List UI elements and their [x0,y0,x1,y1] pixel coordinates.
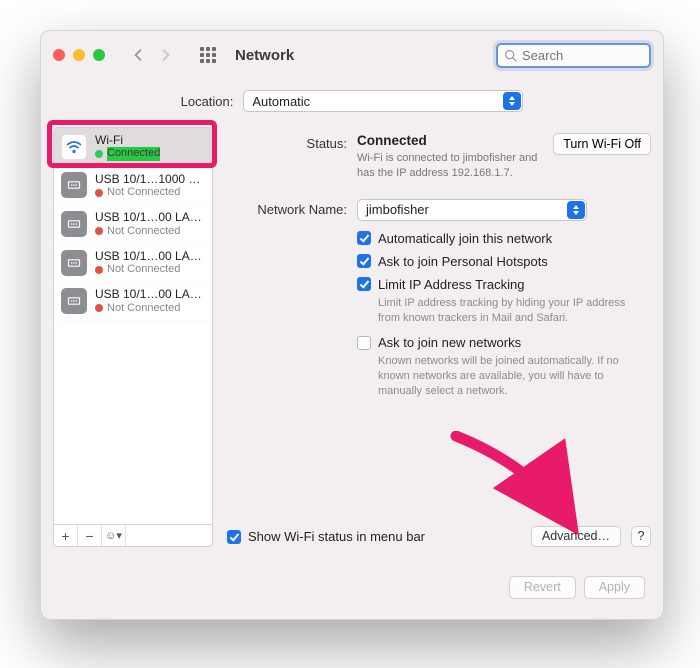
personal-hotspots-checkbox[interactable] [357,254,371,268]
sidebar-item-eth4[interactable]: USB 10/1…00 LAN 4 Not Connected [54,282,212,321]
sidebar-toolbar: + − ☺︎▾ [53,525,213,547]
ask-join-checkbox[interactable] [357,336,371,350]
window-controls [53,49,105,61]
location-select[interactable]: Automatic [243,90,523,112]
chevron-updown-icon [567,201,585,219]
content: Wi-Fi Connected USB 10/1…1000 LAN Not Co… [53,127,651,547]
titlebar: Network [41,31,663,79]
advanced-button[interactable]: Advanced… [531,526,621,547]
limit-tracking-label: Limit IP Address Tracking [378,277,524,292]
close-icon[interactable] [53,49,65,61]
detail-panel: Status: Turn Wi-Fi Off Connected Wi-Fi i… [227,127,651,547]
sidebar-item-label: USB 10/1…00 LAN 4 [95,287,205,301]
remove-interface-button[interactable]: − [78,525,102,546]
location-label: Location: [181,94,234,109]
back-button[interactable] [125,44,151,66]
sidebar-item-label: USB 10/1…00 LAN 2 [95,210,205,224]
search-icon [504,49,517,62]
ask-join-help: Known networks will be joined automatica… [378,354,628,399]
wifi-icon [61,134,87,160]
zoom-icon[interactable] [93,49,105,61]
apply-button[interactable]: Apply [584,576,645,599]
system-preferences-window: Network Location: Automatic Wi-Fi [40,30,664,620]
personal-hotspots-label: Ask to join Personal Hotspots [378,254,548,269]
turn-wifi-off-button[interactable]: Turn Wi-Fi Off [553,133,651,155]
ask-join-label: Ask to join new networks [378,335,521,350]
status-description: Wi-Fi is connected to jimbofisher and ha… [357,151,587,181]
gear-dropdown-icon: ☺︎▾ [105,529,122,542]
limit-tracking-help: Limit IP address tracking by hiding your… [378,296,628,326]
ethernet-icon [61,288,87,314]
actions-menu-button[interactable]: ☺︎▾ [102,525,126,546]
menubar-label: Show Wi-Fi status in menu bar [248,529,425,544]
search-input[interactable] [522,48,643,63]
network-name-value: jimbofisher [366,202,429,217]
menubar-checkbox[interactable] [227,530,241,544]
forward-button[interactable] [153,44,179,66]
location-value: Automatic [252,94,310,109]
sidebar: Wi-Fi Connected USB 10/1…1000 LAN Not Co… [53,127,213,547]
sidebar-item-eth1[interactable]: USB 10/1…1000 LAN Not Connected [54,167,212,206]
sidebar-item-label: USB 10/1…00 LAN 3 [95,249,205,263]
footer-buttons: Revert Apply [509,576,645,599]
auto-join-label: Automatically join this network [378,231,552,246]
show-all-icon[interactable] [197,44,219,66]
interface-list: Wi-Fi Connected USB 10/1…1000 LAN Not Co… [53,127,213,525]
ethernet-icon [61,211,87,237]
minimize-icon[interactable] [73,49,85,61]
search-field[interactable] [496,43,651,68]
sidebar-item-wifi[interactable]: Wi-Fi Connected [54,128,212,167]
chevron-updown-icon [503,92,521,110]
network-name-select[interactable]: jimbofisher [357,199,587,221]
window-title: Network [235,47,294,64]
nav-buttons [125,44,179,66]
status-label: Status: [227,133,347,151]
add-interface-button[interactable]: + [54,525,78,546]
ethernet-icon [61,172,87,198]
revert-button[interactable]: Revert [509,576,576,599]
auto-join-checkbox[interactable] [357,231,371,245]
sidebar-item-label: USB 10/1…1000 LAN [95,172,205,186]
help-button[interactable]: ? [631,526,651,547]
network-name-label: Network Name: [227,199,347,217]
sidebar-item-eth2[interactable]: USB 10/1…00 LAN 2 Not Connected [54,205,212,244]
sidebar-item-eth3[interactable]: USB 10/1…00 LAN 3 Not Connected [54,244,212,283]
ethernet-icon [61,250,87,276]
limit-tracking-checkbox[interactable] [357,277,371,291]
location-row: Location: Automatic [41,79,663,123]
sidebar-item-label: Wi-Fi [95,133,160,147]
